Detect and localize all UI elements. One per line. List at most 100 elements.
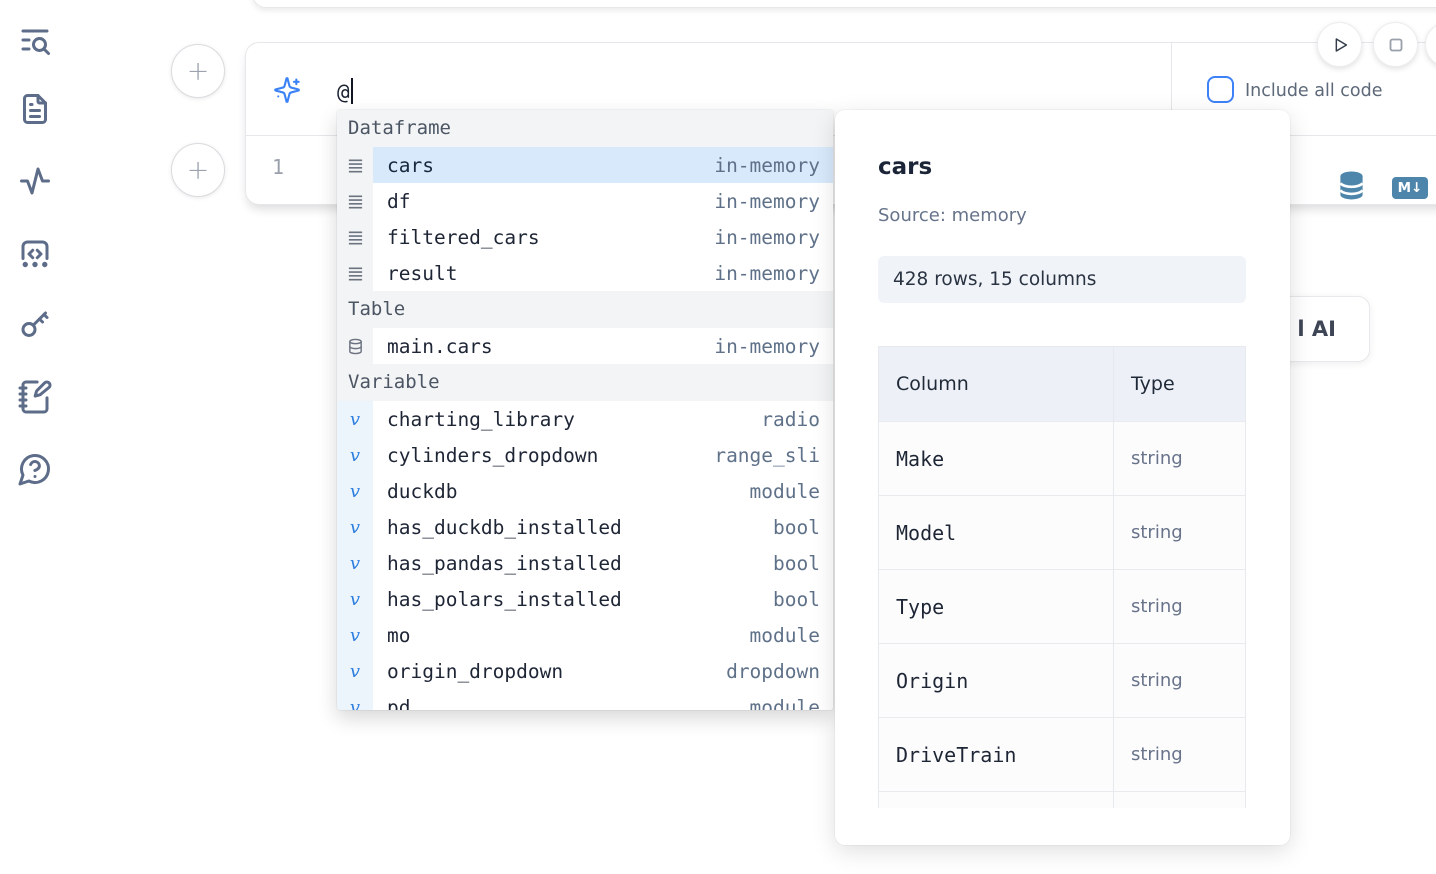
autocomplete-item[interactable]: filtered_carsin-memory: [337, 219, 833, 255]
autocomplete-item[interactable]: vmomodule: [337, 617, 833, 653]
schema-column-type: string: [1131, 596, 1183, 617]
autocomplete-section-header: Dataframe: [337, 110, 833, 147]
schema-row: Origin string: [879, 643, 1245, 717]
item-kind: in-memory: [714, 190, 833, 213]
dataframe-preview-panel: cars Source: memory 428 rows, 15 columns…: [835, 110, 1290, 845]
stop-cell-button[interactable]: [1373, 22, 1418, 67]
code-snippet-icon[interactable]: [17, 236, 53, 272]
table-icon: [337, 328, 373, 364]
item-kind: bool: [773, 516, 833, 539]
schema-row: Type string: [879, 569, 1245, 643]
autocomplete-item[interactable]: vcylinders_dropdownrange_sli: [337, 437, 833, 473]
autocomplete-section-header: Variable: [337, 364, 833, 401]
run-cell-button[interactable]: [1317, 22, 1362, 67]
schema-column-type: string: [1131, 448, 1183, 469]
autocomplete-section-header: Table: [337, 291, 833, 328]
dataframe-icon: [337, 183, 373, 219]
list-search-icon[interactable]: [17, 22, 53, 58]
file-text-icon[interactable]: [17, 91, 53, 127]
schema-row: Make string: [879, 421, 1245, 495]
schema-row: DriveTrain string: [879, 717, 1245, 791]
variable-icon: v: [337, 437, 373, 473]
sparkles-icon: [273, 76, 301, 104]
item-kind: radio: [761, 408, 833, 431]
schema-column-type: string: [1131, 744, 1183, 765]
ai-prompt-input[interactable]: @: [337, 78, 353, 104]
help-circle-icon[interactable]: [17, 451, 53, 487]
schema-column-name: Origin: [896, 669, 968, 693]
autocomplete-item[interactable]: vpdmodule: [337, 689, 833, 710]
schema-header-column: Column: [896, 373, 969, 395]
item-name: has_pandas_installed: [373, 552, 773, 575]
variable-icon: v: [337, 653, 373, 689]
markdown-icon[interactable]: M↓: [1392, 177, 1428, 199]
schema-column-name: Type: [896, 595, 944, 619]
item-kind: in-memory: [714, 154, 833, 177]
dataframe-icon: [337, 219, 373, 255]
dataframe-icon: [337, 147, 373, 183]
variable-icon: v: [337, 581, 373, 617]
item-kind: in-memory: [714, 335, 833, 358]
sidebar: [0, 0, 70, 874]
editor-line-number: 1: [272, 155, 284, 179]
item-kind: module: [750, 480, 833, 503]
add-cell-below-button[interactable]: +: [171, 143, 225, 197]
item-name: has_polars_installed: [373, 588, 773, 611]
item-name: has_duckdb_installed: [373, 516, 773, 539]
dataframe-icon: [337, 255, 373, 291]
item-kind: bool: [773, 552, 833, 575]
schema-column-name: Model: [896, 521, 956, 545]
variable-icon: v: [337, 689, 373, 710]
autocomplete-item[interactable]: vhas_polars_installedbool: [337, 581, 833, 617]
schema-header-row: ColumnType: [879, 347, 1245, 421]
autocomplete-item[interactable]: vorigin_dropdowndropdown: [337, 653, 833, 689]
schema-column-name: Make: [896, 447, 944, 471]
text-cursor: [351, 78, 353, 104]
plus-icon: +: [187, 155, 210, 186]
previous-cell-edge: [252, 0, 1436, 8]
item-name: cylinders_dropdown: [373, 444, 714, 467]
notebook-pen-icon[interactable]: [17, 379, 53, 415]
include-all-code-checkbox[interactable]: [1207, 76, 1234, 103]
item-name: df: [373, 190, 714, 213]
variable-icon: v: [337, 545, 373, 581]
preview-summary: 428 rows, 15 columns: [878, 256, 1246, 303]
autocomplete-item[interactable]: vduckdbmodule: [337, 473, 833, 509]
database-icon[interactable]: [1336, 170, 1367, 201]
schema-row: Model string: [879, 495, 1245, 569]
schema-column-type: string: [1131, 522, 1183, 543]
item-kind: range_sli: [714, 444, 833, 467]
schema-table: ColumnType Make string Model string Type strin…: [878, 346, 1246, 808]
add-cell-above-button[interactable]: +: [171, 44, 225, 98]
autocomplete-item[interactable]: vhas_duckdb_installedbool: [337, 509, 833, 545]
activity-icon[interactable]: [17, 163, 53, 199]
key-icon[interactable]: [17, 307, 53, 343]
item-name: cars: [373, 154, 714, 177]
variable-icon: v: [337, 401, 373, 437]
stop-icon: [1385, 34, 1407, 56]
item-name: main.cars: [373, 335, 714, 358]
item-name: charting_library: [373, 408, 761, 431]
item-name: pd: [373, 696, 750, 711]
item-name: duckdb: [373, 480, 750, 503]
autocomplete-item[interactable]: main.carsin-memory: [337, 328, 833, 364]
autocomplete-item[interactable]: vcharting_libraryradio: [337, 401, 833, 437]
item-kind: bool: [773, 588, 833, 611]
autocomplete-item[interactable]: vhas_pandas_installedbool: [337, 545, 833, 581]
variable-icon: v: [337, 617, 373, 653]
item-name: result: [373, 262, 714, 285]
include-all-code-label: Include all code: [1245, 81, 1382, 101]
autocomplete-item[interactable]: dfin-memory: [337, 183, 833, 219]
item-kind: in-memory: [714, 226, 833, 249]
item-name: origin_dropdown: [373, 660, 726, 683]
item-name: filtered_cars: [373, 226, 714, 249]
autocomplete-item[interactable]: carsin-memory: [337, 147, 833, 183]
item-kind: module: [750, 624, 833, 647]
item-name: mo: [373, 624, 750, 647]
preview-source: Source: memory: [878, 205, 1027, 226]
schema-column-type: string: [1131, 670, 1183, 691]
schema-column-name: DriveTrain: [896, 743, 1016, 767]
item-kind: module: [750, 696, 833, 711]
autocomplete-item[interactable]: resultin-memory: [337, 255, 833, 291]
autocomplete-dropdown[interactable]: Dataframecarsin-memorydfin-memoryfiltere…: [337, 110, 833, 710]
